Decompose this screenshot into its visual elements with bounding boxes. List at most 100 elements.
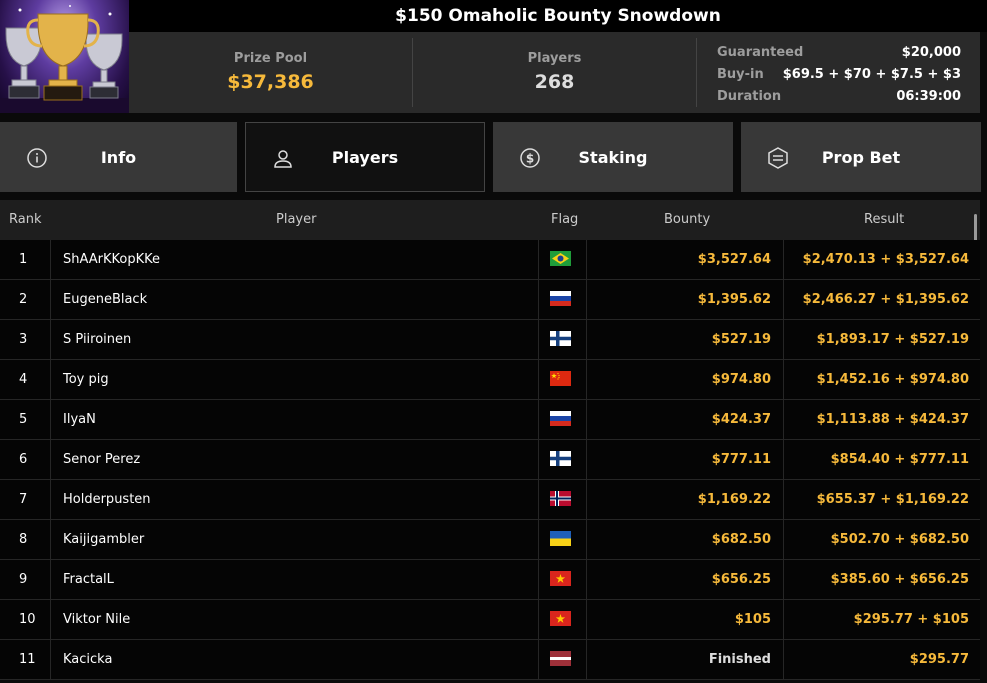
- players-table-body: 1 ShAArKKopKKe $3,527.64 $2,470.13 + $3,527…: [0, 240, 980, 680]
- tournament-details: Guaranteed $20,000 Buy-in $69.5 + $70 + …: [717, 42, 961, 108]
- player-name-cell[interactable]: Toy pig: [63, 360, 109, 399]
- player-name-cell[interactable]: EugeneBlack: [63, 280, 147, 319]
- cell-divider: [586, 360, 587, 399]
- cell-divider: [50, 240, 51, 279]
- rank-cell: 6: [19, 452, 28, 467]
- rank-cell: 1: [19, 252, 28, 267]
- detail-value: 06:39:00: [896, 89, 961, 104]
- cell-divider: [586, 240, 587, 279]
- bounty-cell: $682.50: [711, 532, 771, 547]
- result-cell: $854.40 + $777.11: [830, 452, 969, 467]
- table-row[interactable]: 2 EugeneBlack $1,395.62 $2,466.27 + $1,395.…: [0, 280, 980, 320]
- table-row[interactable]: 9 FractalL $656.25 $385.60 + $656.25: [0, 560, 980, 600]
- cell-divider: [538, 440, 539, 479]
- cell-divider: [586, 520, 587, 559]
- user-icon: [274, 150, 292, 168]
- cell-divider: [783, 440, 784, 479]
- player-name-cell[interactable]: Holderpusten: [63, 480, 151, 519]
- tab-prop-bet[interactable]: Prop Bet: [741, 122, 981, 192]
- table-row[interactable]: 11 Kacicka Finished $295.77: [0, 640, 980, 680]
- tab-info[interactable]: Info: [0, 122, 237, 192]
- player-name-cell[interactable]: Viktor Nile: [63, 600, 130, 639]
- tab-staking[interactable]: $ Staking: [493, 122, 733, 192]
- cell-divider: [783, 360, 784, 399]
- trophies-image: [0, 5, 129, 113]
- cell-divider: [50, 480, 51, 519]
- tournament-tabs: Info Players $ Staking Prop Bet: [0, 122, 987, 192]
- cell-divider: [50, 560, 51, 599]
- rank-cell: 4: [19, 372, 28, 387]
- cell-divider: [538, 400, 539, 439]
- table-row[interactable]: 5 IlyaN $424.37 $1,113.88 + $424.37: [0, 400, 980, 440]
- detail-label: Buy-in: [717, 67, 764, 82]
- detail-label: Duration: [717, 89, 782, 104]
- column-header-bounty[interactable]: Bounty: [664, 200, 710, 240]
- finland-flag-icon: [550, 331, 571, 346]
- result-cell: $295.77: [909, 652, 969, 667]
- prize-pool-value: $37,386: [227, 71, 314, 93]
- tournament-thumbnail: [0, 0, 129, 113]
- players-stat: Players 268: [413, 32, 696, 113]
- result-cell: $2,470.13 + $3,527.64: [802, 252, 969, 267]
- cell-divider: [783, 480, 784, 519]
- detail-value: $69.5 + $70 + $7.5 + $3: [782, 67, 961, 82]
- column-header-rank[interactable]: Rank: [9, 200, 41, 240]
- table-row[interactable]: 10 Viktor Nile $105 $295.77 + $105: [0, 600, 980, 640]
- result-cell: $655.37 + $1,169.22: [816, 492, 969, 507]
- cell-divider: [50, 360, 51, 399]
- cell-divider: [783, 280, 784, 319]
- player-name-cell[interactable]: IlyaN: [63, 400, 96, 439]
- players-table-header: Rank Player Flag Bounty Result: [0, 200, 980, 240]
- bounty-cell: $3,527.64: [697, 252, 771, 267]
- player-name-cell[interactable]: Kaijigambler: [63, 520, 144, 559]
- rank-cell: 3: [19, 332, 28, 347]
- tab-players[interactable]: Players: [245, 122, 485, 192]
- finland-flag-icon: [550, 451, 571, 466]
- column-header-result[interactable]: Result: [864, 200, 904, 240]
- player-name-cell[interactable]: Kacicka: [63, 640, 112, 679]
- column-header-player[interactable]: Player: [276, 200, 316, 240]
- player-name-cell[interactable]: Senor Perez: [63, 440, 140, 479]
- table-row[interactable]: 1 ShAArKKopKKe $3,527.64 $2,470.13 + $3,527…: [0, 240, 980, 280]
- table-row[interactable]: 4 Toy pig $974.80 $1,452.16 + $974.80: [0, 360, 980, 400]
- cell-divider: [586, 480, 587, 519]
- cell-divider: [538, 640, 539, 679]
- cell-divider: [538, 360, 539, 399]
- cell-divider: [50, 440, 51, 479]
- player-name-cell[interactable]: FractalL: [63, 560, 114, 599]
- cell-divider: [783, 400, 784, 439]
- svg-text:$: $: [526, 152, 534, 166]
- bounty-cell: $1,395.62: [697, 292, 771, 307]
- result-cell: $502.70 + $682.50: [830, 532, 969, 547]
- cell-divider: [586, 400, 587, 439]
- cell-divider: [538, 240, 539, 279]
- cell-divider: [783, 640, 784, 679]
- detail-value: $20,000: [901, 45, 961, 60]
- latvia-flag-icon: [550, 651, 571, 666]
- table-row[interactable]: 6 Senor Perez $777.11 $854.40 + $777.11: [0, 440, 980, 480]
- table-row[interactable]: 7 Holderpusten $1,169.22 $655.37 + $1,169.2…: [0, 480, 980, 520]
- dollar-icon: $: [520, 148, 540, 168]
- cell-divider: [50, 320, 51, 359]
- result-cell: $1,113.88 + $424.37: [816, 412, 969, 427]
- result-cell: $2,466.27 + $1,395.62: [802, 292, 969, 307]
- bounty-cell: $527.19: [711, 332, 771, 347]
- cell-divider: [783, 320, 784, 359]
- table-row[interactable]: 3 S Piiroinen $527.19 $1,893.17 + $527.19: [0, 320, 980, 360]
- player-name-cell[interactable]: ShAArKKopKKe: [63, 240, 160, 279]
- tournament-title: $150 Omaholic Bounty Snowdown: [129, 0, 987, 32]
- cell-divider: [586, 560, 587, 599]
- prize-pool-stat: Prize Pool $37,386: [129, 32, 412, 113]
- prop-bet-icon: [768, 147, 788, 169]
- cell-divider: [538, 560, 539, 599]
- cell-divider: [586, 440, 587, 479]
- detail-row-buy-in: Buy-in $69.5 + $70 + $7.5 + $3: [717, 64, 961, 86]
- player-name-cell[interactable]: S Piiroinen: [63, 320, 131, 359]
- cell-divider: [50, 640, 51, 679]
- russia-flag-icon: [550, 411, 571, 426]
- column-header-flag[interactable]: Flag: [551, 200, 578, 240]
- bounty-cell: $105: [734, 612, 771, 627]
- table-row[interactable]: 8 Kaijigambler $682.50 $502.70 + $682.50: [0, 520, 980, 560]
- cell-divider: [538, 280, 539, 319]
- cell-divider: [783, 560, 784, 599]
